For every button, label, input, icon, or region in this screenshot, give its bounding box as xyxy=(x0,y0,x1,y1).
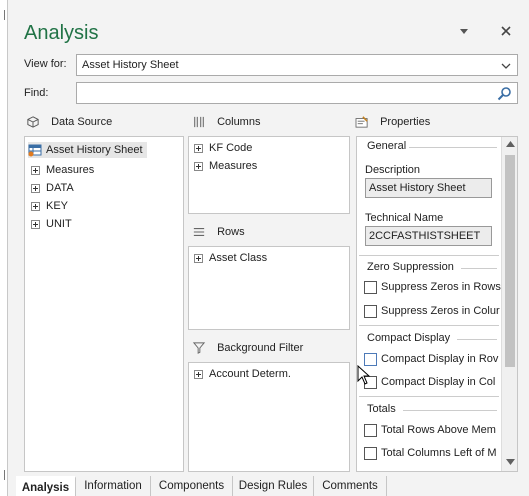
tree-item[interactable]: Measures xyxy=(194,158,257,174)
suppress-zeros-rows-checkbox[interactable] xyxy=(364,281,377,294)
background-filter-header: Background Filter xyxy=(192,339,303,357)
tree-item-label: DATA xyxy=(46,182,74,194)
expand-icon[interactable] xyxy=(31,165,40,175)
rows-title: Rows xyxy=(217,226,245,238)
tree-item[interactable]: UNIT xyxy=(31,216,72,232)
compact-display-title: Compact Display xyxy=(367,332,451,344)
view-for-label: View for: xyxy=(24,58,67,70)
compact-display-rows-label: Compact Display in Rov xyxy=(381,353,499,365)
technical-name-label: Technical Name xyxy=(365,212,444,224)
tree-item[interactable]: DATA xyxy=(31,180,74,196)
totals-title: Totals xyxy=(367,403,396,415)
rows-icon xyxy=(193,228,205,237)
scroll-down-icon[interactable] xyxy=(506,459,515,465)
data-source-root[interactable]: Asset History Sheet xyxy=(28,142,147,158)
pane-title: Analysis xyxy=(24,22,99,44)
properties-header: Properties xyxy=(355,113,430,131)
background-filter-panel[interactable]: Account Determ. xyxy=(188,362,350,472)
expand-icon[interactable] xyxy=(194,253,203,263)
properties-scrollbar[interactable] xyxy=(501,137,517,471)
expand-icon[interactable] xyxy=(194,143,203,153)
close-icon[interactable] xyxy=(496,22,516,42)
tab-bar: Analysis Information Components Design R… xyxy=(16,476,529,496)
left-edge-strip xyxy=(0,0,8,496)
suppress-zeros-columns-checkbox[interactable] xyxy=(364,305,377,318)
tree-item-label: KEY xyxy=(46,200,69,212)
tree-item-label: Account Determ. xyxy=(209,368,291,380)
find-input[interactable] xyxy=(76,82,518,104)
tab-components[interactable]: Components xyxy=(151,476,233,496)
total-rows-above-label: Total Rows Above Mem xyxy=(381,424,496,436)
search-icon[interactable] xyxy=(497,86,512,101)
technical-name-field[interactable]: 2CCFASTHISTSHEET xyxy=(365,226,492,246)
rows-header: Rows xyxy=(192,223,245,241)
view-for-value: Asset History Sheet xyxy=(82,59,179,71)
tab-information[interactable]: Information xyxy=(76,476,151,496)
tree-item[interactable]: KF Code xyxy=(194,140,252,156)
scrollbar-thumb[interactable] xyxy=(505,155,515,367)
compact-display-columns-label: Compact Display in Col xyxy=(381,376,496,388)
properties-panel[interactable]: General Description Asset History Sheet … xyxy=(356,136,518,472)
description-value: Asset History Sheet xyxy=(369,182,466,194)
tree-item-label: KF Code xyxy=(209,142,253,154)
data-source-icon xyxy=(27,116,39,128)
expand-icon[interactable] xyxy=(194,161,203,171)
pane-options-icon[interactable] xyxy=(454,22,474,42)
expand-icon[interactable] xyxy=(31,201,40,211)
suppress-zeros-rows-label: Suppress Zeros in Rows xyxy=(381,281,501,293)
properties-title: Properties xyxy=(380,116,431,128)
expand-icon[interactable] xyxy=(31,183,40,193)
find-label: Find: xyxy=(24,87,49,99)
divider xyxy=(359,325,499,326)
total-rows-above-checkbox[interactable] xyxy=(364,424,377,437)
edge-tick xyxy=(0,470,5,480)
scroll-up-icon[interactable] xyxy=(506,141,515,147)
columns-header: Columns xyxy=(192,113,260,131)
expand-icon[interactable] xyxy=(31,219,40,229)
description-label: Description xyxy=(365,164,421,176)
zero-suppression-title: Zero Suppression xyxy=(367,261,454,273)
tree-item[interactable]: Account Determ. xyxy=(194,366,291,382)
rows-panel[interactable]: Asset Class xyxy=(188,246,350,330)
description-field[interactable]: Asset History Sheet xyxy=(365,178,492,198)
tree-item[interactable]: Measures xyxy=(31,162,94,178)
tree-item-label: Measures xyxy=(209,160,258,172)
tab-analysis[interactable]: Analysis xyxy=(16,476,76,496)
expand-icon[interactable] xyxy=(194,369,203,379)
filter-icon xyxy=(192,342,206,354)
mouse-cursor-icon xyxy=(357,365,371,385)
data-source-title: Data Source xyxy=(51,116,113,128)
divider xyxy=(409,147,497,148)
data-source-root-label: Asset History Sheet xyxy=(46,144,143,156)
divider xyxy=(403,410,497,411)
tree-item[interactable]: Asset Class xyxy=(194,250,267,266)
chevron-down-icon xyxy=(501,63,511,69)
general-group-title: General xyxy=(367,140,407,152)
background-filter-title: Background Filter xyxy=(217,342,304,354)
total-columns-left-checkbox[interactable] xyxy=(364,447,377,460)
divider xyxy=(461,268,497,269)
tree-item[interactable]: KEY xyxy=(31,198,68,214)
data-source-header: Data Source xyxy=(26,113,112,131)
view-for-select[interactable]: Asset History Sheet xyxy=(76,54,518,76)
divider xyxy=(457,339,497,340)
tree-item-label: Measures xyxy=(46,164,95,176)
columns-panel[interactable]: KF Code Measures xyxy=(188,136,350,214)
columns-title: Columns xyxy=(217,116,261,128)
tree-item-label: UNIT xyxy=(46,218,72,230)
tab-design-rules[interactable]: Design Rules xyxy=(233,476,314,496)
data-source-panel[interactable]: Asset History Sheet Measures DATA KEY UN… xyxy=(24,136,184,472)
properties-icon xyxy=(355,116,368,128)
divider xyxy=(359,255,499,256)
tab-comments[interactable]: Comments xyxy=(314,476,387,496)
technical-name-value: 2CCFASTHISTSHEET xyxy=(369,230,481,242)
suppress-zeros-columns-label: Suppress Zeros in Colur xyxy=(381,305,500,317)
tree-item-label: Asset Class xyxy=(209,252,268,264)
total-columns-left-label: Total Columns Left of M xyxy=(381,447,497,459)
edge-tick xyxy=(0,10,5,20)
columns-icon xyxy=(194,116,204,128)
divider xyxy=(359,396,499,397)
table-icon xyxy=(28,144,42,157)
